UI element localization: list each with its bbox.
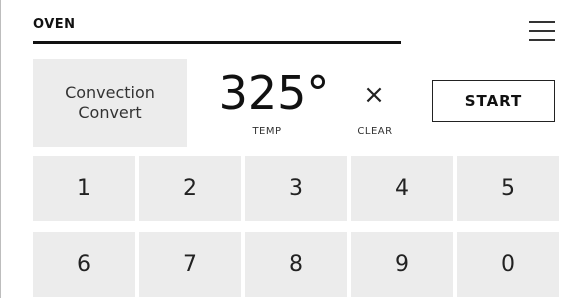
key-9[interactable]: 9 — [351, 232, 453, 297]
key-6[interactable]: 6 — [33, 232, 135, 297]
convection-convert-button[interactable]: Convection Convert — [33, 59, 187, 147]
key-8[interactable]: 8 — [245, 232, 347, 297]
temperature-display: 325° — [218, 66, 330, 120]
clear-label[interactable]: CLEAR — [345, 126, 405, 137]
key-5[interactable]: 5 — [457, 156, 559, 221]
numeric-keypad: 1 2 3 4 5 6 7 8 9 0 — [33, 156, 559, 298]
convection-convert-label: Convection Convert — [65, 83, 155, 122]
oven-screen: OVEN Convection Convert 325° TEMP × CLEA… — [0, 0, 571, 298]
clear-icon[interactable]: × — [361, 82, 387, 108]
key-1[interactable]: 1 — [33, 156, 135, 221]
key-3[interactable]: 3 — [245, 156, 347, 221]
screen-title: OVEN — [33, 17, 76, 32]
start-button[interactable]: START — [432, 80, 555, 122]
title-underline — [33, 41, 401, 44]
temperature-label: TEMP — [252, 126, 282, 137]
hamburger-menu-icon[interactable] — [529, 21, 555, 41]
key-2[interactable]: 2 — [139, 156, 241, 221]
start-button-label: START — [464, 92, 523, 110]
key-0[interactable]: 0 — [457, 232, 559, 297]
key-7[interactable]: 7 — [139, 232, 241, 297]
key-4[interactable]: 4 — [351, 156, 453, 221]
